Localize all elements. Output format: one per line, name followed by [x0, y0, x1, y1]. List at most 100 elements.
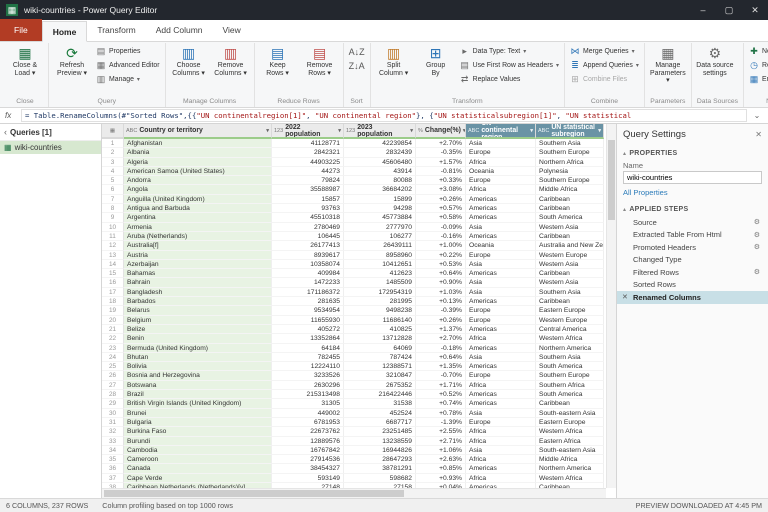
properties-section-header[interactable]: ▴ PROPERTIES	[617, 145, 768, 159]
table-cell[interactable]: 80088	[344, 176, 416, 185]
table-cell[interactable]: Europe	[466, 148, 536, 157]
row-number[interactable]: 3	[102, 158, 124, 167]
table-cell[interactable]: +1.57%	[416, 158, 466, 167]
table-row[interactable]: 24Bhutan782455787424+0.64%AsiaSouthern A…	[102, 353, 606, 362]
table-cell[interactable]: Barbados	[124, 297, 272, 306]
table-cell[interactable]: 281995	[344, 297, 416, 306]
row-number[interactable]: 26	[102, 371, 124, 380]
table-cell[interactable]: 11655930	[272, 316, 344, 325]
table-cell[interactable]: 593149	[272, 474, 344, 483]
table-cell[interactable]: Caribbean	[536, 269, 604, 278]
table-cell[interactable]: 15857	[272, 195, 344, 204]
table-cell[interactable]: Asia	[466, 223, 536, 232]
table-cell[interactable]: +1.06%	[416, 446, 466, 455]
table-row[interactable]: 28Brazil215313498216422446+0.52%Americas…	[102, 390, 606, 399]
refresh-preview-button[interactable]: ⟳Refresh Preview ▾	[52, 44, 92, 78]
row-number[interactable]: 24	[102, 353, 124, 362]
row-number[interactable]: 16	[102, 278, 124, 287]
table-cell[interactable]: 22673762	[272, 427, 344, 436]
table-cell[interactable]: +2.63%	[416, 455, 466, 464]
row-number[interactable]: 2	[102, 148, 124, 157]
horizontal-scrollbar[interactable]	[102, 488, 606, 498]
table-cell[interactable]: Belgium	[124, 316, 272, 325]
table-cell[interactable]: +0.58%	[416, 213, 466, 222]
table-cell[interactable]: 13352864	[272, 334, 344, 343]
table-cell[interactable]: +2.71%	[416, 437, 466, 446]
table-cell[interactable]: South America	[536, 213, 604, 222]
table-cell[interactable]: Eastern Europe	[536, 418, 604, 427]
tab-add-column[interactable]: Add Column	[146, 20, 213, 41]
row-number[interactable]: 29	[102, 399, 124, 408]
table-cell[interactable]: 2777970	[344, 223, 416, 232]
table-cell[interactable]: Bahrain	[124, 278, 272, 287]
table-cell[interactable]: +3.08%	[416, 185, 466, 194]
table-row[interactable]: 36Canada3845432738781291+0.85%AmericasNo…	[102, 464, 606, 473]
row-number[interactable]: 11	[102, 232, 124, 241]
row-number[interactable]: 1	[102, 139, 124, 148]
table-cell[interactable]: 44903225	[272, 158, 344, 167]
row-number[interactable]: 37	[102, 474, 124, 483]
table-cell[interactable]: Americas	[466, 297, 536, 306]
tab-view[interactable]: View	[213, 20, 251, 41]
table-cell[interactable]: 12388571	[344, 362, 416, 371]
table-cell[interactable]: 93763	[272, 204, 344, 213]
table-cell[interactable]: Africa	[466, 158, 536, 167]
manage-button[interactable]: ▥Manage▾	[94, 73, 162, 86]
table-cell[interactable]: Brunei	[124, 409, 272, 418]
table-cell[interactable]: Europe	[466, 306, 536, 315]
table-cell[interactable]: -0.70%	[416, 371, 466, 380]
split-column-button[interactable]: ▥Split Column ▾	[374, 44, 414, 78]
table-row[interactable]: 25Bolivia1222411012388571+1.35%AmericasS…	[102, 362, 606, 371]
table-cell[interactable]: +0.13%	[416, 297, 466, 306]
table-cell[interactable]: Europe	[466, 418, 536, 427]
table-cell[interactable]: 106445	[272, 232, 344, 241]
table-cell[interactable]: Polynesia	[536, 167, 604, 176]
table-row[interactable]: 19Belarus95349549498238-0.39%EuropeEaste…	[102, 306, 606, 315]
table-row[interactable]: 8Antigua and Barbuda9376394298+0.57%Amer…	[102, 204, 606, 213]
table-row[interactable]: 6Angola3558898736684202+3.08%AfricaMiddl…	[102, 185, 606, 194]
table-row[interactable]: 14Azerbaijan1035807410412651+0.53%AsiaWe…	[102, 260, 606, 269]
table-row[interactable]: 13Austria89396178958960+0.22%EuropeWeste…	[102, 251, 606, 260]
applied-step-sorted-rows[interactable]: Sorted Rows	[617, 279, 768, 292]
filter-icon[interactable]: ▾	[338, 128, 341, 134]
delete-step-icon[interactable]: ✕	[622, 293, 633, 301]
use-first-row-as-headers-button[interactable]: ▤Use First Row as Headers▾	[458, 59, 561, 72]
table-cell[interactable]: Bermuda (United Kingdom)	[124, 344, 272, 353]
table-cell[interactable]: Americas	[466, 362, 536, 371]
row-number[interactable]: 12	[102, 241, 124, 250]
table-cell[interactable]: Benin	[124, 334, 272, 343]
maximize-button[interactable]: ▢	[716, 0, 742, 20]
table-row[interactable]: 31Bulgaria67819536687717-1.39%EuropeEast…	[102, 418, 606, 427]
table-cell[interactable]: Cape Verde	[124, 474, 272, 483]
table-cell[interactable]: Africa	[466, 185, 536, 194]
table-row[interactable]: 16Bahrain14722331485509+0.90%AsiaWestern…	[102, 278, 606, 287]
table-cell[interactable]: 1485509	[344, 278, 416, 287]
table-cell[interactable]: 13712828	[344, 334, 416, 343]
table-cell[interactable]: +2.55%	[416, 427, 466, 436]
column-header-2022-population[interactable]: 1232022 population▾	[272, 124, 344, 139]
table-cell[interactable]: Belize	[124, 325, 272, 334]
table-cell[interactable]: 26439111	[344, 241, 416, 250]
table-cell[interactable]: Europe	[466, 176, 536, 185]
table-cell[interactable]: +1.00%	[416, 241, 466, 250]
row-number[interactable]: 9	[102, 213, 124, 222]
table-cell[interactable]: Southern Europe	[536, 371, 604, 380]
query-item-wiki-countries[interactable]: ▦wiki-countries	[0, 141, 101, 154]
formula-expand-icon[interactable]: ⌄	[751, 111, 763, 120]
applied-step-filtered-rows[interactable]: Filtered Rows⚙	[617, 266, 768, 279]
table-cell[interactable]: 281635	[272, 297, 344, 306]
table-cell[interactable]: 26177413	[272, 241, 344, 250]
applied-steps-section-header[interactable]: ▴ APPLIED STEPS	[617, 201, 768, 215]
table-row[interactable]: 9Argentina4551031845773884+0.58%Americas…	[102, 213, 606, 222]
table-cell[interactable]: 2832439	[344, 148, 416, 157]
table-cell[interactable]: Americas	[466, 232, 536, 241]
table-cell[interactable]: Oceania	[466, 241, 536, 250]
table-cell[interactable]: 11686140	[344, 316, 416, 325]
table-cell[interactable]: Western Asia	[536, 278, 604, 287]
table-cell[interactable]: British Virgin Islands (United Kingdom)	[124, 399, 272, 408]
table-cell[interactable]: 216422446	[344, 390, 416, 399]
column-header-un-statistical-subregion[interactable]: ABCUN statistical subregion▾	[536, 124, 604, 139]
table-row[interactable]: 5Andorra7982480088+0.33%EuropeSouthern E…	[102, 176, 606, 185]
table-row[interactable]: 29British Virgin Islands (United Kingdom…	[102, 399, 606, 408]
table-cell[interactable]: 3210847	[344, 371, 416, 380]
